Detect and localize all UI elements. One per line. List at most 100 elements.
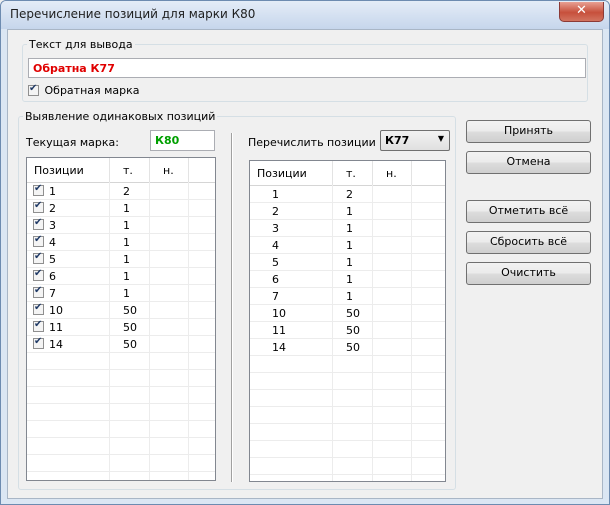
list-row[interactable]: 14 50 (27, 336, 215, 353)
list-row[interactable]: 11 50 (250, 322, 445, 339)
check-all-button[interactable]: Отметить всё (466, 200, 591, 223)
cancel-button[interactable]: Отмена (466, 151, 591, 174)
list-row[interactable] (250, 356, 445, 373)
cell-pos: 5 (49, 253, 56, 266)
accept-button[interactable]: Принять (466, 120, 591, 143)
list-row[interactable]: 21 (27, 200, 215, 217)
cell-pos: 11 (272, 324, 286, 337)
cell-pos: 7 (49, 287, 56, 300)
list-row[interactable]: 12 (250, 186, 445, 203)
list-row[interactable] (27, 472, 215, 480)
list-row[interactable] (27, 455, 215, 472)
enumerate-mark-dropdown[interactable]: К77 ▼ (380, 130, 450, 151)
output-text-input[interactable] (28, 58, 586, 78)
row-checkbox[interactable] (33, 234, 44, 247)
title-bar[interactable]: Перечисление позиций для марки К80 ✕ (1, 1, 609, 29)
chevron-down-icon[interactable]: ▼ (438, 134, 444, 143)
row-checkbox[interactable] (33, 268, 44, 281)
left-header-n[interactable]: н. (163, 164, 174, 177)
cell-pos: 10 (272, 307, 286, 320)
list-row[interactable]: 14 50 (250, 339, 445, 356)
cell-pos: 6 (272, 273, 279, 286)
dialog-client-area: Текст для вывода Обратная марка Выявлени… (7, 29, 603, 499)
cell-pos: 4 (49, 236, 56, 249)
close-icon: ✕ (576, 3, 587, 18)
list-row[interactable] (27, 438, 215, 455)
list-row[interactable] (27, 421, 215, 438)
enumerate-mark-value: К77 (385, 134, 410, 147)
cell-t: 50 (123, 304, 137, 317)
left-list-rows: 12213141516171105011501450 (27, 183, 215, 480)
list-row[interactable] (250, 407, 445, 424)
current-mark-input[interactable] (150, 130, 215, 151)
cell-pos: 5 (272, 256, 279, 269)
list-row[interactable]: 41 (27, 234, 215, 251)
list-row[interactable]: 71 (250, 288, 445, 305)
list-row[interactable]: 41 (250, 237, 445, 254)
left-header-positions[interactable]: Позиции (34, 164, 84, 177)
cell-t: 1 (346, 205, 353, 218)
list-row[interactable] (250, 458, 445, 475)
row-checkbox[interactable] (33, 183, 44, 196)
cell-pos: 2 (49, 202, 56, 215)
list-row[interactable]: 61 (27, 268, 215, 285)
list-row[interactable]: 51 (250, 254, 445, 271)
close-button[interactable]: ✕ (559, 2, 604, 22)
list-row[interactable] (27, 387, 215, 404)
right-header-n[interactable]: н. (386, 167, 397, 180)
cell-t: 1 (123, 270, 130, 283)
list-row[interactable]: 51 (27, 251, 215, 268)
cell-pos: 1 (272, 188, 279, 201)
cell-t: 50 (346, 307, 360, 320)
right-header-t[interactable]: т. (346, 167, 356, 180)
left-header-t[interactable]: т. (123, 164, 133, 177)
cell-t: 1 (346, 273, 353, 286)
right-list-header: Позиции т. н. (250, 161, 445, 186)
list-row[interactable]: 71 (27, 285, 215, 302)
list-row[interactable] (250, 390, 445, 407)
enumerate-label: Перечислить позиции по: (248, 136, 397, 149)
cell-t: 1 (123, 202, 130, 215)
row-checkbox[interactable] (33, 319, 44, 332)
list-row[interactable]: 31 (27, 217, 215, 234)
list-row[interactable]: 10 50 (27, 302, 215, 319)
list-row[interactable]: 11 50 (27, 319, 215, 336)
clear-button[interactable]: Очистить (466, 262, 591, 285)
list-row[interactable] (250, 373, 445, 390)
current-positions-list[interactable]: Позиции т. н. 12213141516171105011501450 (26, 157, 216, 481)
row-checkbox[interactable] (33, 285, 44, 298)
left-list-header: Позиции т. н. (27, 158, 215, 183)
right-header-positions[interactable]: Позиции (257, 167, 307, 180)
output-text-legend: Текст для вывода (29, 38, 133, 51)
list-row[interactable] (27, 370, 215, 387)
list-row[interactable] (27, 404, 215, 421)
compared-positions-list[interactable]: Позиции т. н. 1 2 2 1 3 1 4 1 5 1 6 1 7 1 10 50 11 50 14 50 (249, 160, 446, 482)
row-checkbox[interactable] (33, 251, 44, 264)
list-row[interactable]: 61 (250, 271, 445, 288)
row-checkbox[interactable] (33, 336, 44, 349)
cell-pos: 3 (49, 219, 56, 232)
list-row[interactable]: 12 (27, 183, 215, 200)
list-row[interactable] (27, 353, 215, 370)
cell-pos: 3 (272, 222, 279, 235)
list-row[interactable] (250, 424, 445, 441)
reset-all-button[interactable]: Сбросить всё (466, 231, 591, 254)
row-checkbox[interactable] (33, 217, 44, 230)
cell-pos: 1 (49, 185, 56, 198)
right-list-rows: 1 2 2 1 3 1 4 1 5 1 6 1 7 1 10 50 11 50 14 50 (250, 186, 445, 475)
list-row[interactable]: 31 (250, 220, 445, 237)
cell-pos: 10 (49, 304, 63, 317)
list-row[interactable]: 21 (250, 203, 445, 220)
list-row[interactable]: 10 50 (250, 305, 445, 322)
cell-pos: 14 (272, 341, 286, 354)
vertical-divider (231, 133, 233, 482)
cell-t: 1 (123, 253, 130, 266)
row-checkbox[interactable] (33, 302, 44, 315)
list-row[interactable] (250, 441, 445, 458)
reverse-mark-checkbox[interactable]: Обратная марка (28, 83, 140, 97)
cell-t: 1 (346, 239, 353, 252)
cell-t: 1 (123, 219, 130, 232)
row-checkbox[interactable] (33, 200, 44, 213)
reverse-mark-label: Обратная марка (44, 83, 140, 97)
reverse-mark-check-icon[interactable] (28, 83, 39, 96)
